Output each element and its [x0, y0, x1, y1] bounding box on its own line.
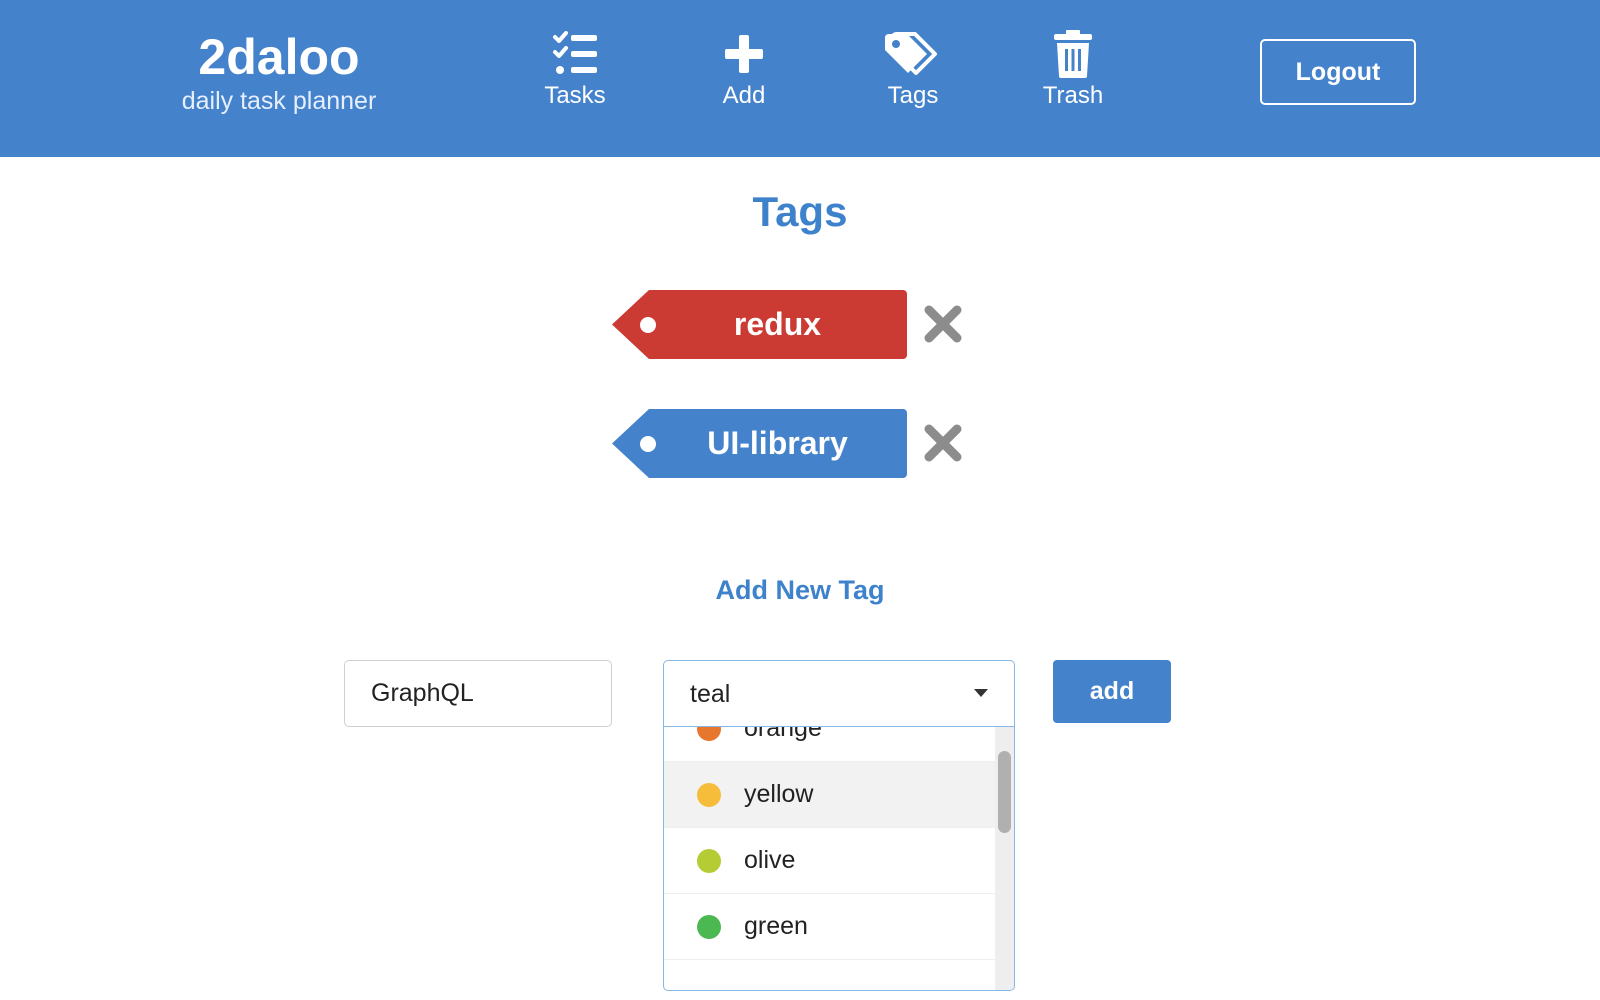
nav-label-add: Add	[722, 82, 766, 109]
nav-item-tags[interactable]: Tags	[858, 30, 968, 110]
tag-redux[interactable]: redux	[612, 290, 907, 359]
color-option-yellow[interactable]: yellow	[664, 762, 996, 828]
tasks-list-icon	[553, 31, 597, 74]
color-dot	[697, 783, 721, 807]
close-icon[interactable]	[922, 422, 964, 464]
logout-button[interactable]: Logout	[1260, 39, 1416, 105]
tag-hole	[640, 317, 656, 333]
tag-hole	[640, 436, 656, 452]
color-select-value: teal	[690, 680, 731, 708]
color-dot	[697, 849, 721, 873]
color-dot	[697, 915, 721, 939]
plus-icon	[725, 35, 763, 73]
color-option-green[interactable]: green	[664, 894, 996, 960]
add-new-tag-heading: Add New Tag	[715, 575, 885, 605]
color-option-label: olive	[744, 846, 796, 874]
nav-label-tasks: Tasks	[544, 82, 606, 109]
dropdown-scrollbar[interactable]	[995, 727, 1014, 990]
nav-item-tasks[interactable]: Tasks	[520, 30, 630, 110]
nav-item-trash[interactable]: Trash	[1018, 30, 1128, 110]
brand-title: 2daloo	[198, 29, 360, 85]
tag-label: UI-library	[707, 425, 848, 461]
tag-ui-library[interactable]: UI-library	[612, 409, 907, 478]
tag-row-ui-library: UI-library	[612, 409, 972, 478]
color-dropdown-menu: orange yellow olive green	[663, 727, 1015, 991]
color-option-label: orange	[744, 727, 822, 742]
nav-label-trash: Trash	[1042, 82, 1104, 109]
tags-icon	[885, 32, 937, 75]
add-tag-button[interactable]: add	[1053, 660, 1171, 723]
scrollbar-thumb[interactable]	[998, 751, 1011, 833]
brand-subtitle: daily task planner	[181, 87, 377, 115]
tag-label: redux	[733, 306, 822, 342]
nav-item-add[interactable]: Add	[689, 30, 799, 110]
color-option-olive[interactable]: olive	[664, 828, 996, 894]
color-option-orange[interactable]: orange	[664, 727, 996, 762]
caret-down-icon	[974, 689, 988, 697]
close-icon[interactable]	[922, 303, 964, 345]
top-navigation-bar: 2daloo daily task planner Tasks Add Tags	[0, 0, 1600, 157]
tag-row-redux: redux	[612, 290, 972, 359]
color-dot	[697, 727, 721, 741]
page-title: Tags	[752, 188, 848, 235]
tag-name-input[interactable]	[344, 660, 612, 727]
color-option-label: yellow	[744, 780, 814, 808]
color-select[interactable]: teal	[663, 660, 1015, 727]
brand[interactable]: 2daloo daily task planner	[144, 28, 414, 116]
color-option-label: green	[744, 912, 808, 940]
trash-icon	[1054, 30, 1092, 78]
nav-label-tags: Tags	[887, 82, 939, 109]
